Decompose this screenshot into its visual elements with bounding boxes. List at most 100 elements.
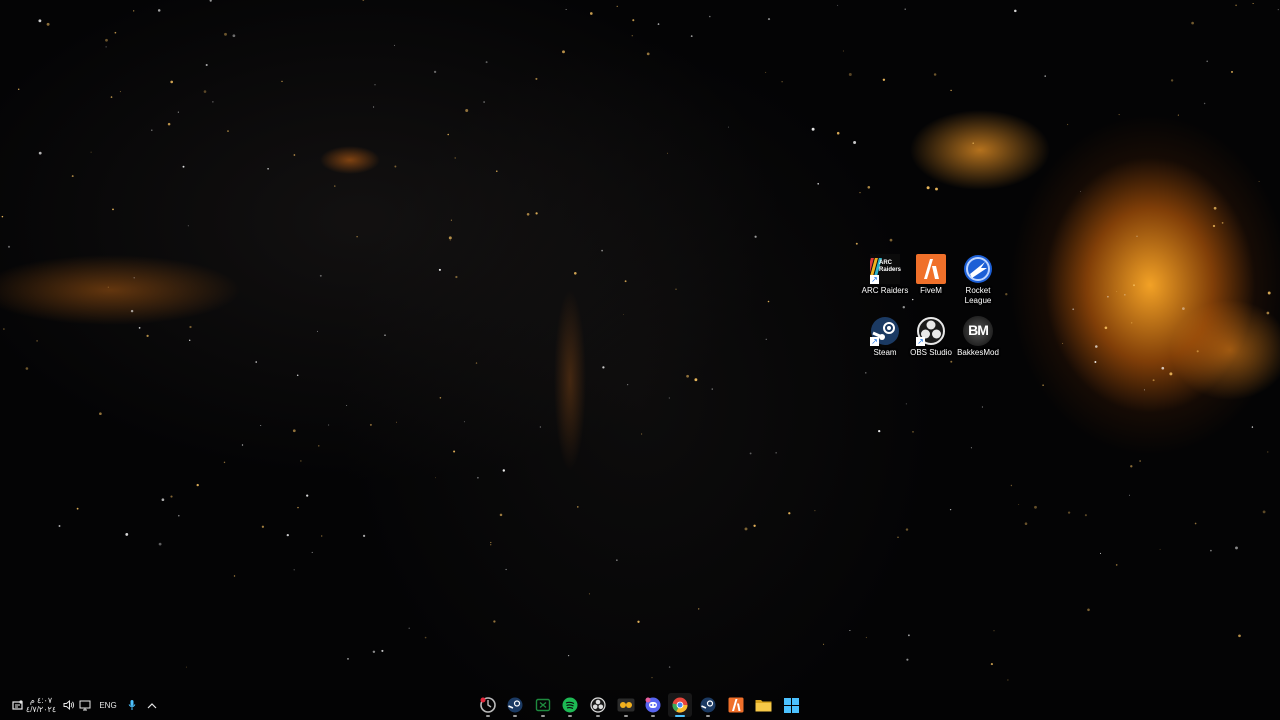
windows-start-icon[interactable]: [779, 693, 803, 717]
star: [447, 133, 449, 136]
star: [1067, 511, 1071, 514]
star: [394, 165, 397, 168]
star: [905, 403, 907, 405]
star: [1104, 326, 1108, 330]
xbox-app-icon[interactable]: [531, 693, 555, 717]
star: [187, 225, 189, 227]
star: [1014, 9, 1017, 13]
fivem-app-icon[interactable]: [724, 693, 748, 717]
star: [933, 73, 937, 76]
star: [935, 187, 938, 191]
star: [602, 366, 605, 369]
star: [499, 513, 503, 517]
star: [567, 654, 570, 657]
star: [1133, 284, 1135, 287]
star: [224, 32, 227, 36]
chevron-up-icon[interactable]: [145, 690, 159, 720]
network-icon[interactable]: [78, 690, 92, 720]
rocket-league-icon: [963, 254, 993, 284]
star: [1196, 350, 1199, 353]
desktop-icon-fivem[interactable]: FiveM: [907, 254, 955, 312]
star: [182, 165, 185, 168]
discord-app-icon[interactable]: [641, 693, 665, 717]
desktop-icon-rocket-league[interactable]: Rocket League: [954, 254, 1002, 312]
star: [146, 334, 149, 338]
star: [393, 44, 395, 46]
star: [1118, 114, 1120, 116]
star: [711, 388, 713, 390]
star: [627, 384, 629, 386]
desktop-icon-label: BakkesMod: [957, 348, 999, 357]
spotify-app-icon[interactable]: [558, 693, 582, 717]
star: [767, 300, 770, 303]
star: [1203, 102, 1206, 105]
star: [90, 151, 92, 153]
bakkesmod-app-icon[interactable]: [614, 693, 638, 717]
star: [435, 477, 436, 479]
star: [203, 90, 207, 93]
star: [373, 106, 375, 108]
star: [727, 126, 729, 128]
desktop-icon-label: ARC Raiders: [861, 286, 909, 295]
star: [1161, 366, 1165, 370]
desktop-icon-bakkesmod[interactable]: BM BakkesMod: [954, 316, 1002, 374]
active-indicator: [675, 715, 685, 717]
star: [686, 374, 689, 378]
star: [1159, 548, 1161, 550]
star: [232, 34, 236, 38]
volume-icon[interactable]: [62, 690, 76, 720]
star: [1010, 484, 1013, 487]
taskbar: ٤:٠٧ م ٤/٧/٢٠٢٤ ENG: [0, 690, 1280, 720]
star: [1018, 504, 1020, 506]
star: [286, 533, 289, 537]
star: [1100, 552, 1101, 554]
recorder-app-icon[interactable]: [476, 693, 500, 717]
star: [1169, 372, 1173, 376]
star: [167, 122, 171, 126]
steam-app-icon-2[interactable]: [696, 693, 720, 717]
star: [694, 378, 698, 382]
star: [1251, 426, 1254, 428]
star: [589, 12, 593, 15]
star: [1191, 21, 1194, 25]
star: [905, 528, 909, 531]
star: [651, 677, 653, 679]
obs-app-icon[interactable]: [586, 693, 610, 717]
chrome-app-icon[interactable]: [668, 693, 692, 717]
notification-center-icon[interactable]: [10, 690, 24, 720]
star: [319, 274, 322, 277]
steam-app-icon[interactable]: [503, 693, 527, 717]
star: [356, 236, 358, 238]
clock[interactable]: ٤:٠٧ م ٤/٧/٢٠٢٤: [26, 690, 56, 720]
star: [453, 450, 456, 453]
language-indicator[interactable]: ENG: [98, 690, 118, 720]
desktop-icon-label: OBS Studio: [910, 348, 952, 357]
running-indicator: [486, 715, 490, 717]
star: [1024, 522, 1028, 525]
star: [709, 15, 711, 18]
star: [641, 433, 643, 435]
microphone-icon[interactable]: [126, 690, 138, 720]
star: [981, 406, 983, 408]
star: [346, 405, 348, 406]
star: [882, 78, 886, 82]
star: [1107, 295, 1109, 298]
star: [227, 130, 229, 132]
star: [1044, 75, 1046, 77]
star: [1084, 514, 1087, 517]
star: [107, 286, 109, 288]
star: [439, 397, 442, 399]
star: [1115, 564, 1118, 566]
star: [624, 280, 627, 283]
star: [588, 593, 590, 595]
star: [1072, 308, 1075, 311]
desktop-icon-steam[interactable]: ↗ Steam: [861, 316, 909, 374]
desktop-icon-obs-studio[interactable]: ↗ OBS Studio: [907, 316, 955, 374]
star: [906, 658, 909, 661]
star: [454, 157, 456, 159]
file-explorer-icon[interactable]: [751, 693, 775, 717]
star: [1062, 342, 1064, 344]
desktop-icon-arc-raiders[interactable]: ARC Raiders ↗ ARC Raiders: [861, 254, 909, 312]
star: [1177, 114, 1179, 116]
star: [865, 636, 868, 639]
